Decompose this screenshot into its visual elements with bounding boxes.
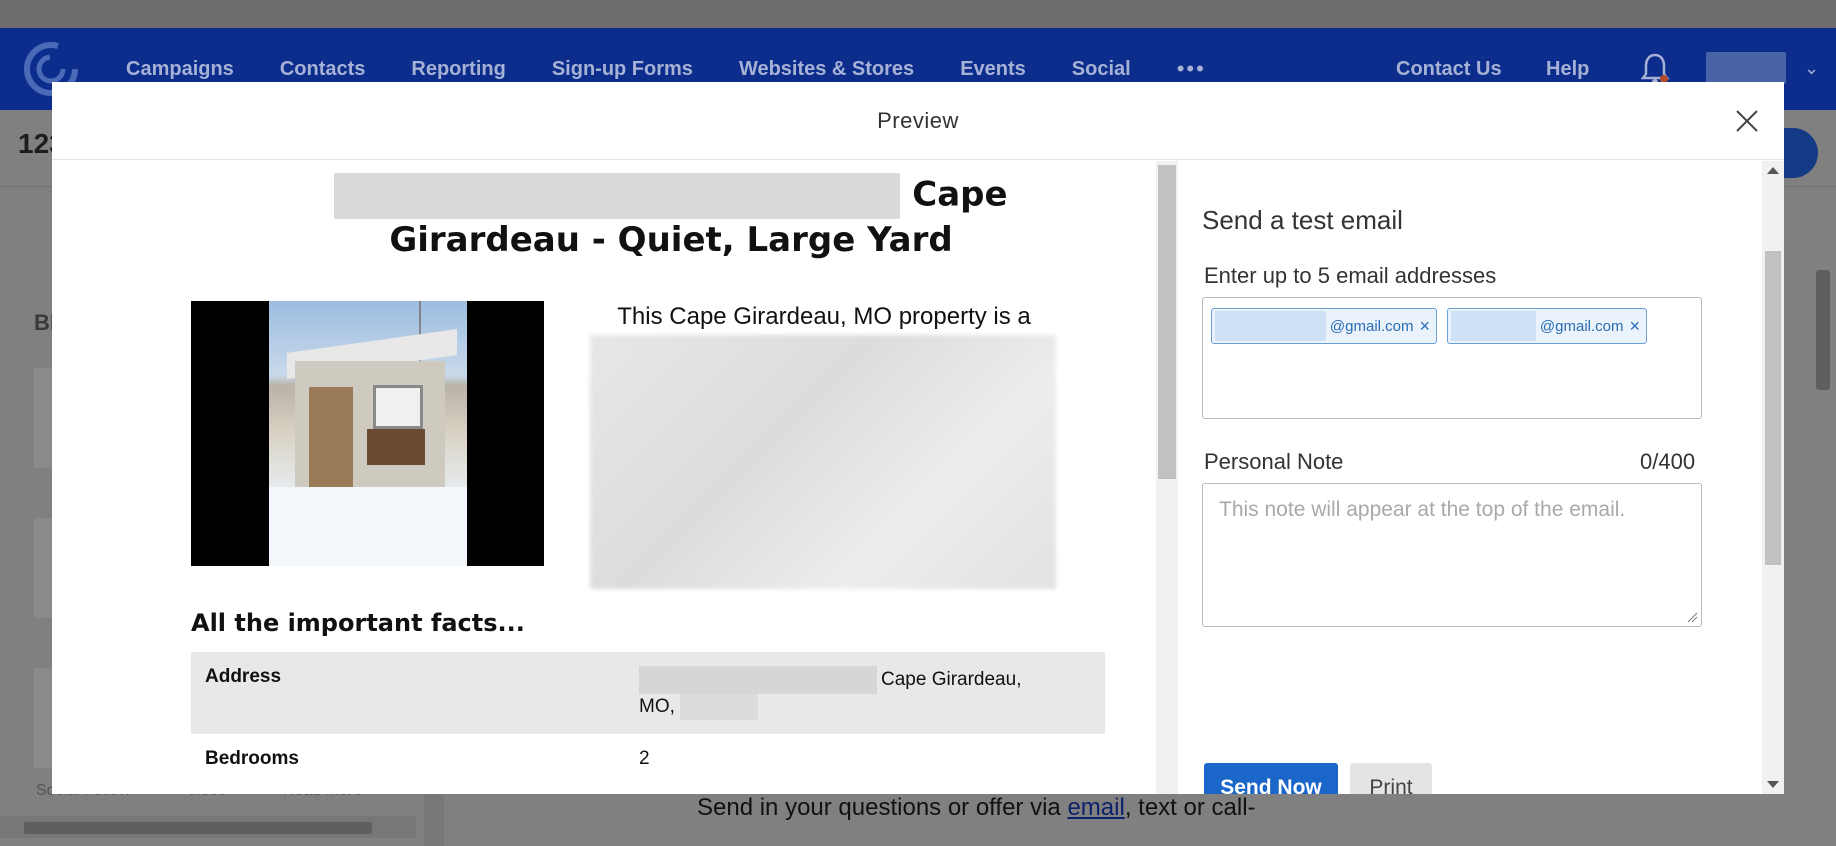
redacted-description — [590, 335, 1056, 589]
facts-heading: All the important facts... — [191, 609, 525, 637]
facts-table: Address Cape Girardeau, MO, Bedrooms 2 — [191, 652, 1105, 784]
email-chip[interactable]: @gmail.com × — [1211, 308, 1437, 344]
house-image — [269, 301, 467, 566]
body-text-prefix: Send in your questions or offer via — [697, 794, 1068, 821]
email-link[interactable]: email — [1067, 794, 1124, 821]
test-email-panel: Send a test email Enter up to 5 email ad… — [1178, 161, 1784, 794]
preview-modal: Preview Cape Girardeau - Quiet, Large Ya… — [52, 82, 1784, 794]
email-title-part1: Cape — [912, 174, 1008, 215]
nav-help[interactable]: Help — [1546, 58, 1589, 81]
nav-events[interactable]: Events — [960, 58, 1026, 81]
panel-title: Send a test email — [1202, 205, 1403, 235]
nav-social[interactable]: Social — [1072, 58, 1131, 81]
nav-websites-stores[interactable]: Websites & Stores — [739, 58, 914, 81]
address-city: Cape Girardeau, — [881, 669, 1022, 691]
personal-note-textarea[interactable] — [1202, 483, 1702, 627]
redacted-text — [639, 666, 877, 694]
fact-key-bedrooms: Bedrooms — [205, 748, 299, 769]
email-title-part2: Girardeau - Quiet, Large Yard — [389, 220, 953, 260]
modal-title: Preview — [877, 108, 959, 133]
scroll-up-icon[interactable] — [1767, 167, 1779, 174]
nav-contact-us[interactable]: Contact Us — [1396, 58, 1502, 81]
email-title: Cape Girardeau - Quiet, Large Yard — [236, 173, 1106, 261]
redacted-text — [680, 694, 759, 720]
send-now-button[interactable]: Send Now — [1204, 763, 1338, 794]
print-button[interactable]: Print — [1350, 763, 1432, 794]
vertical-scrollbar[interactable] — [1812, 210, 1832, 830]
panel-scrollbar[interactable] — [1762, 161, 1784, 794]
scrollbar-thumb[interactable] — [24, 822, 372, 834]
redacted-text — [334, 173, 901, 219]
notification-bell-icon[interactable] — [1640, 52, 1670, 86]
email-body-text: Send in your questions or offer via emai… — [697, 794, 1256, 822]
fact-key-address: Address — [205, 666, 282, 687]
email-preview: Cape Girardeau - Quiet, Large Yard This … — [52, 161, 1156, 794]
nav-more-icon[interactable]: ••• — [1177, 56, 1206, 82]
property-intro: This Cape Girardeau, MO property is a — [617, 303, 1031, 330]
email-chip[interactable]: @gmail.com × — [1447, 308, 1647, 344]
table-row: Bedrooms 2 — [191, 734, 1105, 784]
house-door-shape — [309, 387, 353, 487]
scrollbar-thumb[interactable] — [1816, 270, 1830, 390]
scrollbar-thumb[interactable] — [1765, 251, 1781, 565]
property-photo — [191, 301, 544, 566]
chip-domain: @gmail.com — [1329, 317, 1414, 335]
fact-value-address: Cape Girardeau, MO, — [625, 652, 1105, 734]
redacted-text — [1451, 311, 1536, 341]
email-addresses-input[interactable]: @gmail.com × @gmail.com × — [1202, 297, 1702, 419]
scroll-down-icon[interactable] — [1767, 781, 1779, 788]
nav-signup-forms[interactable]: Sign-up Forms — [552, 58, 693, 81]
note-char-count: 0/400 — [1640, 449, 1696, 474]
resize-grip-icon[interactable] — [1686, 611, 1698, 623]
nav-reporting[interactable]: Reporting — [411, 58, 505, 81]
house-window-shape — [373, 385, 423, 429]
fact-value-bedrooms: 2 — [639, 748, 650, 769]
close-icon[interactable] — [1732, 106, 1762, 136]
chip-domain: @gmail.com — [1539, 317, 1624, 335]
table-row: Address Cape Girardeau, MO, — [191, 652, 1105, 734]
snow-ground-shape — [269, 487, 467, 566]
profile-avatar[interactable] — [1706, 52, 1786, 84]
house-board-shape — [367, 429, 425, 465]
browser-top-strip — [0, 0, 1836, 28]
modal-header: Preview — [52, 82, 1784, 160]
scrollbar-thumb[interactable] — [1158, 165, 1176, 479]
preview-scrollbar[interactable] — [1156, 161, 1178, 794]
body-text-suffix: , text or call- — [1124, 794, 1256, 821]
remove-chip-icon[interactable]: × — [1629, 316, 1640, 337]
nav-campaigns[interactable]: Campaigns — [126, 58, 234, 81]
email-addresses-label: Enter up to 5 email addresses — [1204, 263, 1497, 288]
personal-note-label: Personal Note — [1204, 449, 1344, 474]
nav-contacts[interactable]: Contacts — [280, 58, 366, 81]
remove-chip-icon[interactable]: × — [1419, 316, 1430, 337]
profile-chevron-down-icon[interactable]: ⌄ — [1804, 58, 1819, 79]
address-state: MO, — [639, 696, 675, 718]
redacted-text — [1215, 311, 1326, 341]
horizontal-scrollbar[interactable] — [0, 816, 416, 838]
